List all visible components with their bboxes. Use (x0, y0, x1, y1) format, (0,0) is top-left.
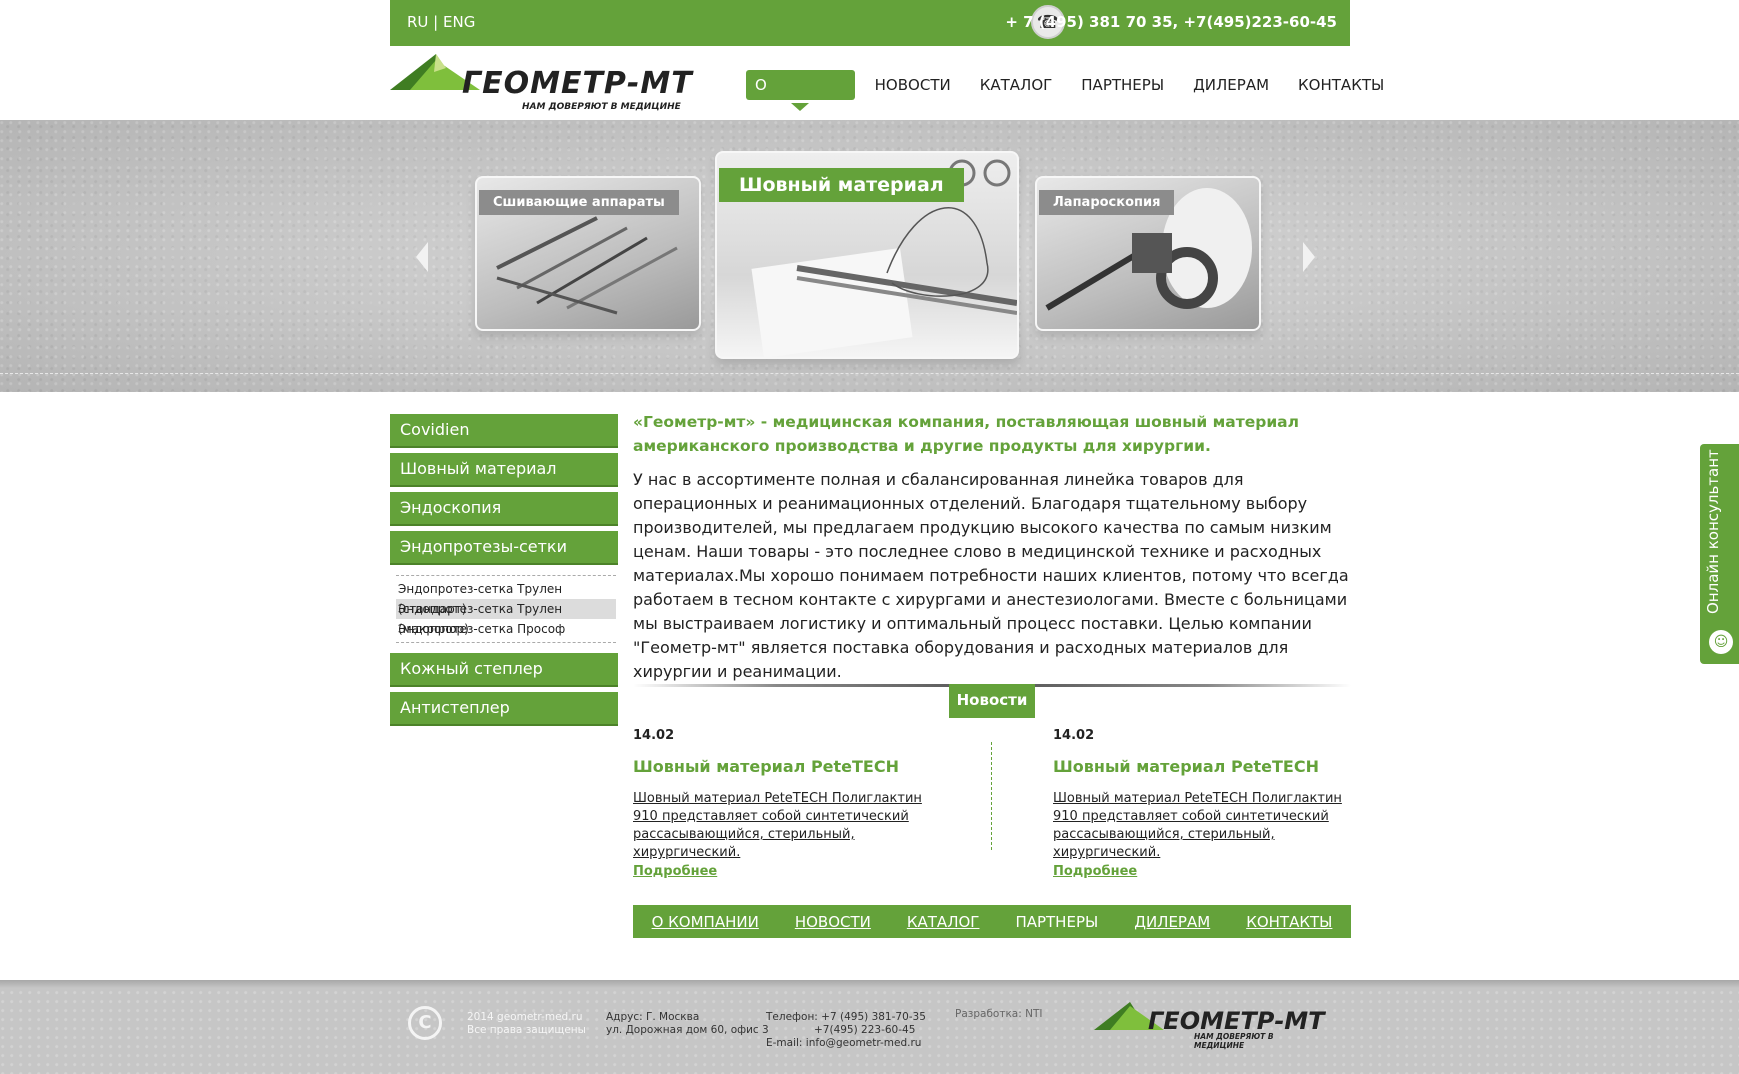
slider-prev-arrow-icon[interactable] (416, 242, 428, 272)
news-title[interactable]: Шовный материал PeteTECH (1053, 757, 1353, 776)
footer-copyright: 2014 geometr-med.ru Все права защищены (467, 1011, 586, 1037)
footer-copyright-line1: 2014 geometr-med.ru (467, 1011, 583, 1023)
footer-developer: Разработка: NTI (955, 1008, 1042, 1021)
language-switcher: RU | ENG (407, 13, 475, 31)
bottom-nav: О КОМПАНИИ НОВОСТИ КАТАЛОГ ПАРТНЕРЫ ДИЛЕ… (633, 905, 1351, 938)
bottom-nav-dealers[interactable]: ДИЛЕРАМ (1134, 913, 1210, 931)
news-section-title[interactable]: Новости (949, 684, 1035, 718)
news-item: 14.02 Шовный материал PeteTECH Шовный ма… (633, 728, 933, 879)
footer-dev-label: Разработка: (955, 1008, 1022, 1020)
bottom-nav-contacts[interactable]: КОНТАКТЫ (1246, 913, 1332, 931)
footer-email[interactable]: E-mail: info@geometr-med.ru (766, 1037, 926, 1050)
nav-about[interactable]: О КОМПАНИИ (746, 70, 855, 124)
sidebar-subitem-prosof[interactable]: Эндопротез-сетка Прософ (396, 619, 616, 639)
slider-card-label: Сшивающие аппараты (479, 190, 679, 215)
sidebar-subitem-trulen-standard[interactable]: Эндопротез-сетка Трулен (стандарт) (396, 579, 616, 616)
footer-dev-link[interactable]: NTI (1022, 1008, 1042, 1020)
footer-phone-line1: Телефон: +7 (495) 381-70-35 (766, 1011, 926, 1023)
site-logo[interactable]: ГЕОМЕТР-МТ НАМ ДОВЕРЯЮТ В МЕДИЦИНЕ (390, 54, 710, 112)
slider-card-laparoscopy[interactable]: Лапароскопия (1035, 176, 1261, 331)
header: ГЕОМЕТР-МТ НАМ ДОВЕРЯЮТ В МЕДИЦИНЕ О КОМ… (390, 46, 1384, 124)
news-item: 14.02 Шовный материал PeteTECH Шовный ма… (1053, 728, 1353, 879)
footer-logo-text: ГЕОМЕТР-МТ (1148, 1007, 1325, 1035)
footer-address-line2: ул. Дорожная дом 60, офис 3 (606, 1024, 769, 1036)
news-title[interactable]: Шовный материал PeteTECH (633, 757, 933, 776)
footer-address-line1: Адрус: Г. Москва (606, 1011, 700, 1023)
footer-contacts: Телефон: +7 (495) 381-70-35 +7(495) 223-… (766, 1011, 926, 1050)
intro-lead: «Геометр-мт» - медицинская компания, пос… (633, 413, 1299, 455)
lang-ru-link[interactable]: RU (407, 13, 428, 31)
nav-partners[interactable]: ПАРТНЕРЫ (1072, 70, 1173, 100)
copyright-icon: C (408, 1006, 442, 1040)
sidebar-item-endoscopy[interactable]: Эндоскопия (390, 492, 618, 526)
user-icon: ☺ (1709, 630, 1733, 654)
header-phone: + 7 (495) 381 70 35, +7(495)223-60-45 (1005, 13, 1337, 31)
news-excerpt[interactable]: Шовный материал PeteTECH Полиглактин 910… (633, 790, 933, 862)
news-date: 14.02 (633, 728, 675, 743)
slider-card-label: Лапароскопия (1039, 190, 1175, 215)
footer-logo[interactable]: ГЕОМЕТР-МТ НАМ ДОВЕРЯЮТ В МЕДИЦИНЕ (1094, 1002, 1326, 1050)
news-column-separator (991, 742, 992, 850)
lang-eng-link[interactable]: ENG (443, 13, 475, 31)
bottom-nav-about[interactable]: О КОМПАНИИ (652, 913, 759, 931)
main-nav: О КОМПАНИИ НОВОСТИ КАТАЛОГ ПАРТНЕРЫ ДИЛЕ… (746, 70, 1404, 124)
catalog-sidebar: Covidien Шовный материал Эндоскопия Эндо… (390, 414, 618, 731)
nav-dealers[interactable]: ДИЛЕРАМ (1184, 70, 1278, 100)
footer-copyright-line2: Все права защищены (467, 1024, 586, 1036)
nav-catalog[interactable]: КАТАЛОГ (971, 70, 1062, 100)
sidebar-subitem-trulen-macropore[interactable]: Эндопротез-сетка Трулен (макропор) (396, 599, 616, 636)
nav-contacts[interactable]: КОНТАКТЫ (1289, 70, 1393, 100)
sidebar-item-endoprostheses[interactable]: Эндопротезы-сетки (390, 531, 618, 565)
bottom-nav-news[interactable]: НОВОСТИ (795, 913, 871, 931)
online-consultant-tab[interactable]: Онлайн консультант ☺ (1700, 444, 1739, 664)
logo-slogan: НАМ ДОВЕРЯЮТ В МЕДИЦИНЕ (522, 102, 681, 112)
news-excerpt[interactable]: Шовный материал PeteTECH Полиглактин 910… (1053, 790, 1353, 862)
online-consultant-label: Онлайн консультант (1704, 449, 1722, 614)
top-bar: RU | ENG ☎ + 7 (495) 381 70 35, +7(495)2… (390, 0, 1350, 46)
footer-logo-slogan: НАМ ДОВЕРЯЮТ В МЕДИЦИНЕ (1194, 1032, 1274, 1050)
footer-address: Адрус: Г. Москва ул. Дорожная дом 60, оф… (606, 1011, 769, 1037)
lang-separator: | (428, 13, 443, 31)
sidebar-item-skin-stapler[interactable]: Кожный степлер (390, 653, 618, 687)
news-more-link[interactable]: Подробнее (1053, 864, 1353, 879)
sidebar-item-covidien[interactable]: Covidien (390, 414, 618, 448)
sidebar-item-antistapler[interactable]: Антистеплер (390, 692, 618, 726)
slider-card-suture[interactable]: Шовный материал (715, 151, 1019, 359)
news-date: 14.02 (1053, 728, 1095, 743)
slider-card-label: Шовный материал (719, 168, 964, 202)
news-divider: Новости (633, 680, 1351, 720)
slider-card-staplers[interactable]: Сшивающие аппараты (475, 176, 701, 331)
bottom-nav-partners[interactable]: ПАРТНЕРЫ (1015, 913, 1098, 931)
sidebar-submenu: Эндопротез-сетка Трулен (стандарт) Эндоп… (396, 575, 616, 643)
footer-phone-line2: +7(495) 223-60-45 (814, 1024, 916, 1036)
news-more-link[interactable]: Подробнее (633, 864, 933, 879)
slider-next-arrow-icon[interactable] (1303, 242, 1315, 272)
intro-body: У нас в ассортименте полная и сбалансиро… (633, 470, 1349, 681)
logo-text: ГЕОМЕТР-МТ (462, 66, 693, 101)
nav-news[interactable]: НОВОСТИ (866, 70, 960, 100)
sidebar-item-suture[interactable]: Шовный материал (390, 453, 618, 487)
bottom-nav-catalog[interactable]: КАТАЛОГ (907, 913, 980, 931)
main-content: «Геометр-мт» - медицинская компания, пос… (633, 410, 1351, 684)
